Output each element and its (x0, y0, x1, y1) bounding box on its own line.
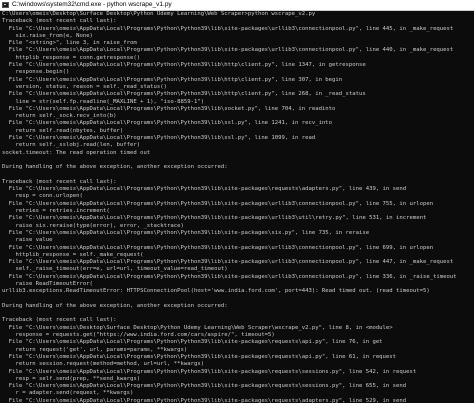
console-line: response.begin() (2, 69, 70, 76)
console-line: File "C:\Users\omeis\AppData\Local\Progr… (2, 339, 383, 346)
console-line: return self.read(nbytes, buffer) (2, 127, 124, 134)
console-line: six.raise_from(e, None) (2, 32, 93, 39)
console-line: raise ReadTimeoutError( (2, 280, 93, 287)
console-line: Traceback (most recent call last): (2, 18, 117, 25)
console-line: File "C:\Users\omeis\AppData\Local\Progr… (2, 47, 454, 54)
console-line: line = str(self.fp.readline(_MAXLINE + 1… (2, 98, 205, 105)
console-line: return session.request(method=method, ur… (2, 361, 205, 368)
console-line: File "C:\Users\omeis\AppData\Local\Progr… (2, 200, 434, 207)
console-line: File "C:\Users\omeis\AppData\Local\Progr… (2, 229, 370, 236)
console-line: Traceback (most recent call last): (2, 317, 117, 324)
console-line: return self._sslobj.read(len, buffer) (2, 142, 141, 149)
console-line: File "C:\Users\omeis\AppData\Local\Progr… (2, 62, 366, 69)
console-line: File "C:\Users\omeis\AppData\Local\Progr… (2, 368, 417, 375)
console-line: self._raise_timeout(err=e, url=url, time… (2, 266, 228, 273)
console-line: httplib_response = self._make_request( (2, 251, 144, 258)
console-line: retries = retries.increment( (2, 208, 110, 215)
console-line: File "C:\Users\omeis\AppData\Local\Progr… (2, 25, 454, 32)
console-line: File "C:\Users\omeis\AppData\Local\Progr… (2, 259, 454, 266)
console-line: r = adapter.send(request, **kwargs) (2, 390, 134, 397)
cmd-window: C:\windows\system32\cmd.exe - python wsc… (0, 0, 474, 403)
console-line: resp = self.send(prep, **send_kwargs) (2, 375, 141, 382)
console-line: return self._sock.recv_into(b) (2, 113, 117, 120)
console-line: File "<string>", line 3, in raise_from (2, 40, 137, 47)
console-line: raise six.reraise(type(error), error, _s… (2, 222, 184, 229)
console-line: File "C:\Users\omeis\AppData\Local\Progr… (2, 244, 434, 251)
console-output[interactable]: C:\Users\omeis\Desktop\Surface Desktop\P… (0, 11, 474, 403)
console-line: File "C:\Users\omeis\AppData\Local\Progr… (2, 186, 407, 193)
console-line: httplib_response = conn.getresponse() (2, 54, 141, 61)
console-line: File "C:\Users\omeis\AppData\Local\Progr… (2, 383, 407, 390)
console-line: During handling of the above exception, … (2, 302, 228, 309)
console-line: resp = conn.urlopen( (2, 193, 83, 200)
console-line: raise value (2, 237, 53, 244)
console-line: File "C:\Users\omeis\AppData\Local\Progr… (2, 91, 366, 98)
console-line: Traceback (most recent call last): (2, 178, 117, 185)
console-line: File "C:\Users\omeis\Desktop\Surface Des… (2, 324, 393, 331)
console-line: File "C:\Users\omeis\AppData\Local\Progr… (2, 120, 333, 127)
console-line: File "C:\Users\omeis\AppData\Local\Progr… (2, 353, 397, 360)
cmd-icon (2, 2, 9, 8)
console-line: return request('get', url, params=params… (2, 346, 188, 353)
console-line: During handling of the above exception, … (2, 164, 228, 171)
console-line: C:\Users\omeis\Desktop\Surface Desktop\P… (2, 11, 316, 17)
console-line: version, status, reason = self._read_sta… (2, 83, 168, 90)
console-line: File "C:\Users\omeis\AppData\Local\Progr… (2, 215, 427, 222)
console-line: File "C:\Users\omeis\AppData\Local\Progr… (2, 76, 343, 83)
console-line: File "C:\Users\omeis\AppData\Local\Progr… (2, 135, 316, 142)
console-line: urllib3.exceptions.ReadTimeoutError: HTT… (2, 288, 430, 295)
console-line: File "C:\Users\omeis\AppData\Local\Progr… (2, 105, 336, 112)
title-bar[interactable]: C:\windows\system32\cmd.exe - python wsc… (0, 0, 474, 11)
window-title: C:\windows\system32\cmd.exe - python wsc… (12, 1, 172, 8)
console-line: response = requests.get("https://www.ind… (2, 332, 275, 339)
console-line: socket.timeout: The read operation timed… (2, 149, 151, 156)
console-line: File "C:\Users\omeis\AppData\Local\Progr… (2, 397, 407, 403)
console-line: File "C:\Users\omeis\AppData\Local\Progr… (2, 273, 457, 280)
